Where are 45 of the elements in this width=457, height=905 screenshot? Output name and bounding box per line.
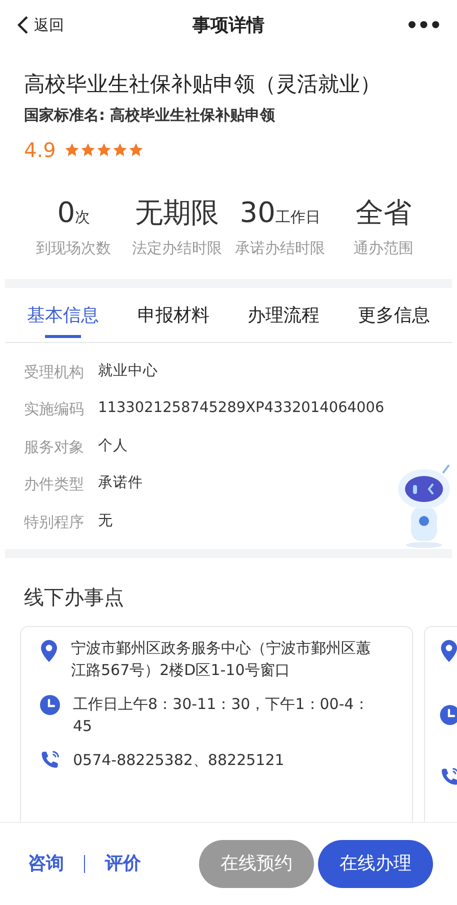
clock-icon	[39, 694, 61, 716]
stat-value: 全省	[355, 194, 412, 230]
stat-value: 无期限	[134, 194, 219, 230]
item-title: 高校毕业生社保补贴申领（灵活就业）	[24, 71, 382, 98]
info-label: 服务对象	[24, 436, 84, 458]
star-icon	[96, 142, 112, 158]
info-label: 特别程序	[24, 512, 84, 532]
stat-label: 到现场次数	[36, 238, 112, 258]
info-value: 承诺件	[98, 474, 143, 494]
info-label: 实施编码	[24, 399, 84, 420]
stat-label: 通办范围	[353, 238, 414, 258]
tab[interactable]: 申报材料	[137, 288, 210, 342]
info-label: 受理机构	[24, 362, 84, 382]
rating-score: 4.9	[24, 136, 56, 164]
chevron-left-icon	[16, 15, 30, 35]
star-icon	[64, 142, 80, 158]
stat-label: 承诺办结时限	[235, 238, 326, 258]
star-icon	[112, 142, 128, 158]
phone-icon	[439, 766, 457, 788]
back-button[interactable]: 返回	[16, 14, 96, 36]
bottom-link[interactable]: 咨询	[24, 850, 68, 878]
info-value: 就业中心	[98, 362, 158, 381]
office-detail: 工作日上午8：30-11：30，下午1：00-4：45	[73, 694, 370, 736]
location-pin-icon	[39, 638, 59, 662]
more-button[interactable]: •••	[361, 10, 441, 40]
office-detail: 0574-88225382、88225121	[73, 750, 286, 770]
tab[interactable]: 基本信息	[27, 288, 99, 342]
info-label: 办件类型	[24, 474, 84, 495]
stat-value: 30工作日	[240, 194, 320, 230]
tab[interactable]: 更多信息	[358, 288, 430, 342]
action-button[interactable]: 在线办理	[318, 840, 433, 888]
bottom-link[interactable]: 评价	[101, 850, 145, 878]
tab[interactable]: 办理流程	[248, 288, 320, 342]
info-value: 无	[98, 512, 113, 531]
standard-name: 国家标准名: 高校毕业生社保补贴申领	[24, 105, 276, 126]
star-icon	[128, 142, 144, 158]
info-value: 个人	[98, 436, 128, 456]
phone-icon	[39, 748, 61, 770]
info-value: 1133021258745289XP4332014064006	[98, 399, 384, 418]
star-icon	[80, 142, 96, 158]
page-title: 事项详情	[192, 14, 264, 38]
section-title: 线下办事点	[23, 584, 125, 610]
stat-label: 法定办结时限	[132, 238, 222, 258]
stat-value: 0次	[57, 194, 90, 230]
office-detail: 宁波市鄞州区政务服务中心（宁波市鄞州区蕙江路567号）2楼D区1-10号窗口	[71, 638, 372, 680]
